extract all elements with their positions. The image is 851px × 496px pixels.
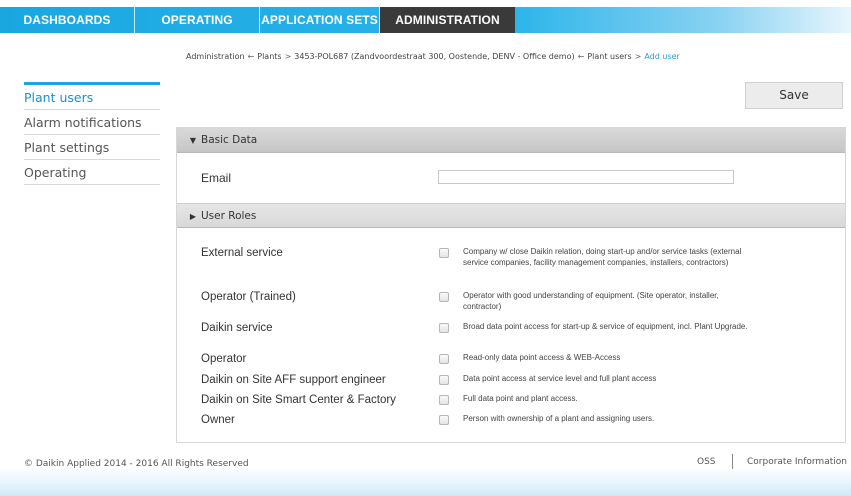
- corporate-information-link[interactable]: Corporate Information: [747, 457, 847, 467]
- role-checkbox[interactable]: [439, 354, 449, 364]
- top-navigation: DASHBOARDS OPERATING APPLICATION SETS AD…: [0, 0, 851, 38]
- user-roles-title: User Roles: [201, 210, 257, 222]
- role-description: Person with ownership of a plant and ass…: [463, 414, 655, 423]
- role-description: Operator with good understanding of equi…: [463, 291, 719, 311]
- sidebar-item-plant-settings[interactable]: Plant settings: [24, 135, 160, 160]
- breadcrumb-add-user: Add user: [644, 52, 680, 61]
- footer: © Daikin Applied 2014 - 2016 All Rights …: [0, 448, 851, 496]
- breadcrumb-plant[interactable]: 3453-POL687 (Zandvoordestraat 300, Ooste…: [294, 52, 574, 61]
- save-button[interactable]: Save: [745, 82, 843, 109]
- tab-administration[interactable]: ADMINISTRATION: [380, 7, 515, 33]
- breadcrumb-administration[interactable]: Administration: [186, 52, 245, 61]
- breadcrumb: Administration ← Plants >3453-POL687 (Zandv…: [186, 52, 680, 61]
- breadcrumb-separator: >: [634, 52, 642, 61]
- role-checkbox[interactable]: [439, 415, 449, 425]
- sidebar-item-operating[interactable]: Operating: [24, 160, 160, 185]
- footer-divider: [732, 454, 733, 469]
- role-name: Operator: [201, 353, 247, 365]
- breadcrumb-plants[interactable]: Plants: [257, 52, 281, 61]
- tab-dashboards[interactable]: DASHBOARDS: [0, 7, 135, 33]
- sidebar-item-alarm-notifications[interactable]: Alarm notifications: [24, 110, 160, 135]
- role-name: Daikin on Site Smart Center & Factory: [201, 394, 396, 406]
- role-name: Daikin service: [201, 322, 273, 334]
- tab-operating[interactable]: OPERATING: [135, 7, 260, 33]
- sidebar-item-plant-users[interactable]: Plant users: [24, 85, 160, 110]
- add-user-form: ▼ Basic Data Email ▶ User Roles External s…: [176, 127, 846, 443]
- role-checkbox[interactable]: [439, 375, 449, 385]
- role-name: External service: [201, 247, 283, 259]
- role-description: Company w/ close Daikin relation, doing …: [463, 247, 742, 267]
- role-checkbox[interactable]: [439, 323, 449, 333]
- copyright-text: © Daikin Applied 2014 - 2016 All Rights …: [24, 459, 249, 469]
- role-name: Owner: [201, 414, 235, 426]
- caret-down-icon: ▼: [189, 136, 197, 145]
- role-description: Data point access at service level and f…: [463, 374, 657, 383]
- email-field[interactable]: [438, 170, 734, 184]
- tab-application-sets[interactable]: APPLICATION SETS: [260, 7, 380, 33]
- breadcrumb-separator: ←: [577, 52, 585, 61]
- user-roles-header[interactable]: ▶ User Roles: [177, 203, 845, 228]
- role-checkbox[interactable]: [439, 292, 449, 302]
- breadcrumb-separator: ←: [247, 52, 255, 61]
- basic-data-header[interactable]: ▼ Basic Data: [177, 128, 845, 153]
- caret-right-icon: ▶: [189, 212, 197, 221]
- role-description: Broad data point access for start-up & s…: [463, 322, 748, 331]
- role-checkbox[interactable]: [439, 395, 449, 405]
- role-name: Daikin on Site AFF support engineer: [201, 374, 386, 386]
- breadcrumb-plant-users[interactable]: Plant users: [587, 52, 631, 61]
- email-label: Email: [201, 171, 232, 185]
- basic-data-title: Basic Data: [201, 134, 258, 146]
- sidebar: Plant users Alarm notifications Plant se…: [24, 82, 160, 185]
- oss-link[interactable]: OSS: [697, 457, 716, 467]
- role-checkbox[interactable]: [439, 248, 449, 258]
- role-name: Operator (Trained): [201, 291, 296, 303]
- role-description: Full data point and plant access.: [463, 394, 578, 403]
- breadcrumb-separator: >: [284, 52, 292, 61]
- role-description: Read-only data point access & WEB-Access: [463, 353, 621, 362]
